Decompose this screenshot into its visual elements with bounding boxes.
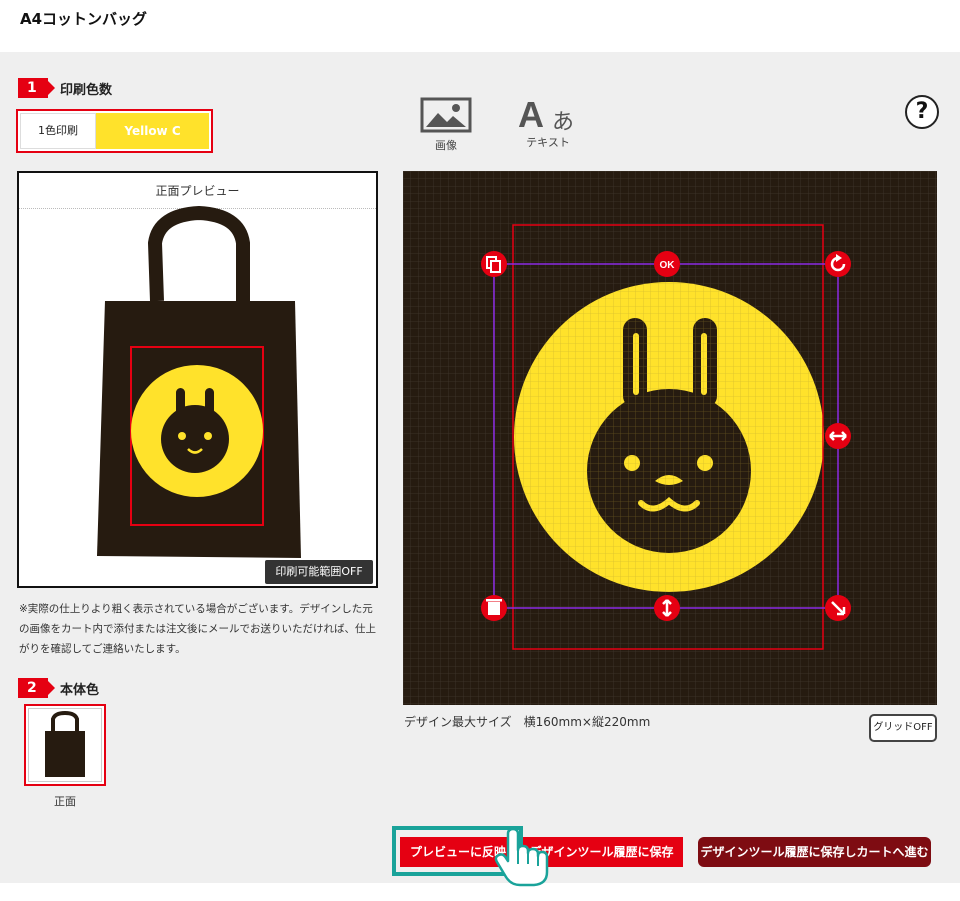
body-color-label: 正面 xyxy=(54,795,76,808)
text-tool-label: テキスト xyxy=(526,136,570,149)
delete-handle[interactable] xyxy=(481,595,507,621)
copy-handle[interactable] xyxy=(481,251,507,277)
resize-horizontal-handle[interactable] xyxy=(825,423,851,449)
bag-preview-image xyxy=(97,206,301,558)
text-icon: A あ xyxy=(518,94,575,135)
max-design-size: デザイン最大サイズ 横160mm×縦220mm xyxy=(404,715,651,729)
image-tool-label: 画像 xyxy=(435,139,457,152)
grid-toggle-button[interactable]: グリッドOFF xyxy=(869,714,937,742)
resize-diagonal-handle[interactable] xyxy=(825,595,851,621)
step-2-title: 本体色 xyxy=(60,683,100,698)
bag-thumbnail-icon xyxy=(45,710,85,777)
text-tool-button[interactable]: A あ テキスト xyxy=(515,94,581,150)
front-preview: 正面プレビュー 印刷可能範囲OFF xyxy=(17,171,378,588)
page-title: A4コットンバッグ xyxy=(20,10,148,28)
rotate-handle[interactable] xyxy=(825,251,851,277)
resize-vertical-handle[interactable] xyxy=(654,595,680,621)
ink-color-option[interactable]: Yellow C xyxy=(96,113,209,149)
preview-note: ※実際の仕上りより粗く表示されている場合がございます。デザインした元の画像をカー… xyxy=(19,603,376,655)
header: A4コットンバッグ xyxy=(0,0,960,52)
step-1-title: 印刷色数 xyxy=(60,83,113,98)
ok-handle[interactable]: OK xyxy=(654,251,680,277)
step-2-badge: 2 xyxy=(18,678,55,698)
save-and-cart-button[interactable]: デザインツール履歴に保存しカートへ進む xyxy=(698,837,931,867)
print-color-selector[interactable]: 1色印刷 Yellow C xyxy=(16,109,213,153)
svg-text:OK: OK xyxy=(660,260,676,271)
print-range-toggle[interactable]: 印刷可能範囲OFF xyxy=(265,560,373,584)
color-count-option[interactable]: 1色印刷 xyxy=(20,113,96,149)
help-icon[interactable]: ? xyxy=(905,95,939,129)
design-canvas[interactable]: OK xyxy=(403,171,937,705)
hand-cursor-icon xyxy=(494,828,549,887)
image-tool-button[interactable]: 画像 xyxy=(418,97,474,153)
image-icon xyxy=(420,97,472,133)
body-color-swatch[interactable] xyxy=(24,704,106,786)
step-1-badge: 1 xyxy=(18,78,55,98)
